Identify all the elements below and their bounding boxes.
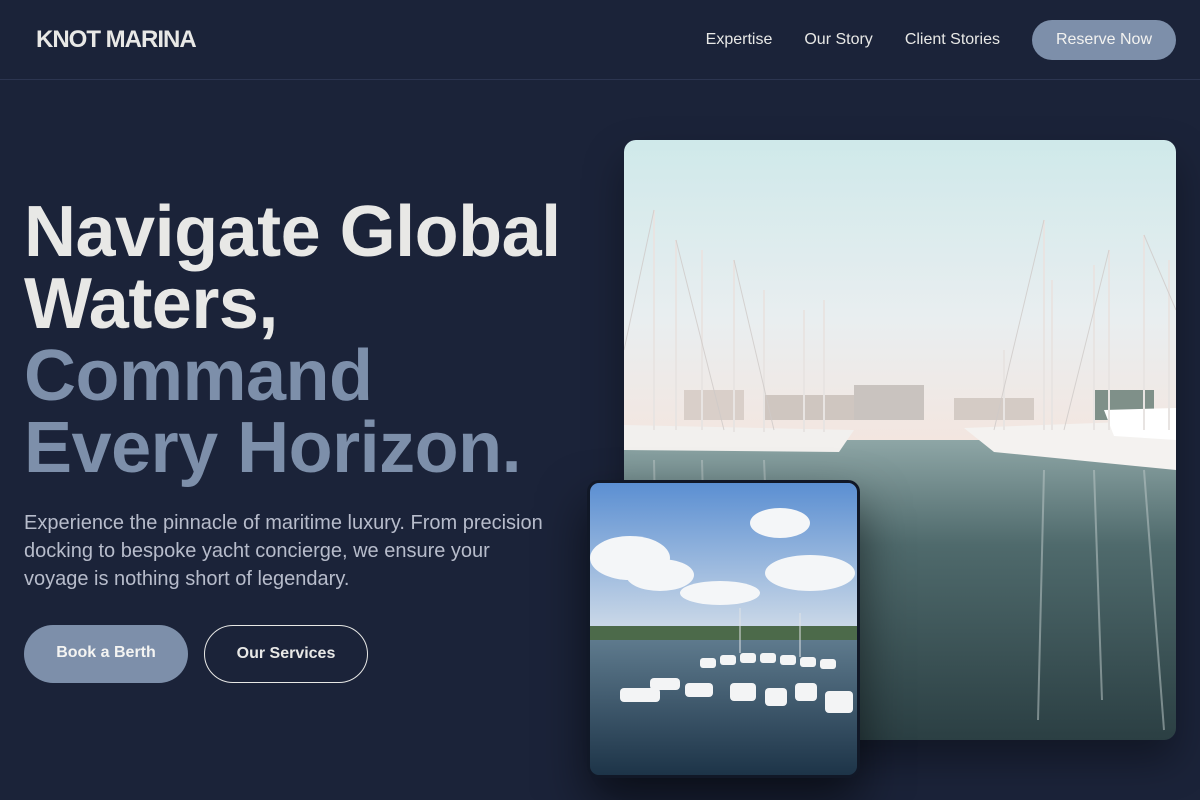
hero-title-line-4: Every Horizon. — [24, 408, 522, 488]
hero-title-line-1: Navigate Global — [24, 192, 561, 272]
hero-subtitle: Experience the pinnacle of maritime luxu… — [24, 512, 543, 590]
nav-link-our-story[interactable]: Our Story — [804, 20, 872, 60]
brand-logo[interactable]: KNOT MARINA — [36, 26, 197, 54]
marina-motor-yachts-image — [587, 480, 860, 778]
nav-link-client-stories[interactable]: Client Stories — [905, 20, 1000, 60]
nav-links: Expertise Our Story Client Stories Reser… — [706, 20, 1176, 60]
reserve-now-button[interactable]: Reserve Now — [1031, 20, 1176, 60]
nav-link-expertise[interactable]: Expertise — [706, 20, 773, 60]
hero-title-line-2: Waters, — [24, 264, 278, 344]
our-services-button[interactable]: Our Services — [204, 625, 368, 683]
book-a-berth-button[interactable]: Book a Berth — [24, 625, 188, 683]
top-navbar: KNOT MARINA Expertise Our Story Client S… — [0, 0, 1200, 80]
hero-title-line-3: Command — [24, 336, 373, 416]
marina-motor-yachts-illustration — [590, 483, 857, 775]
hero-title: Navigate Global Waters, Command Every Ho… — [24, 196, 561, 484]
